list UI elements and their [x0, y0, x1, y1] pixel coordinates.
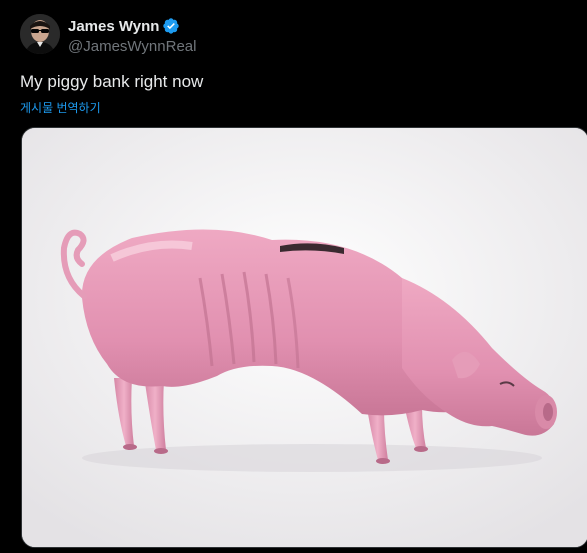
author-handle[interactable]: @JamesWynnReal	[68, 38, 196, 55]
author-avatar[interactable]	[20, 14, 60, 54]
tweet: James Wynn @JamesWynnReal My piggy bank …	[0, 0, 587, 553]
author-display-name[interactable]: James Wynn	[68, 18, 159, 35]
piggy-bank-image	[22, 128, 587, 547]
avatar-image	[20, 14, 60, 54]
tweet-media-image[interactable]	[21, 127, 587, 548]
tweet-text: My piggy bank right now	[20, 72, 204, 91]
author-name-row: James Wynn	[68, 16, 180, 36]
translate-post-link[interactable]: 게시물 번역하기	[20, 99, 101, 116]
verified-badge-icon	[162, 17, 180, 35]
